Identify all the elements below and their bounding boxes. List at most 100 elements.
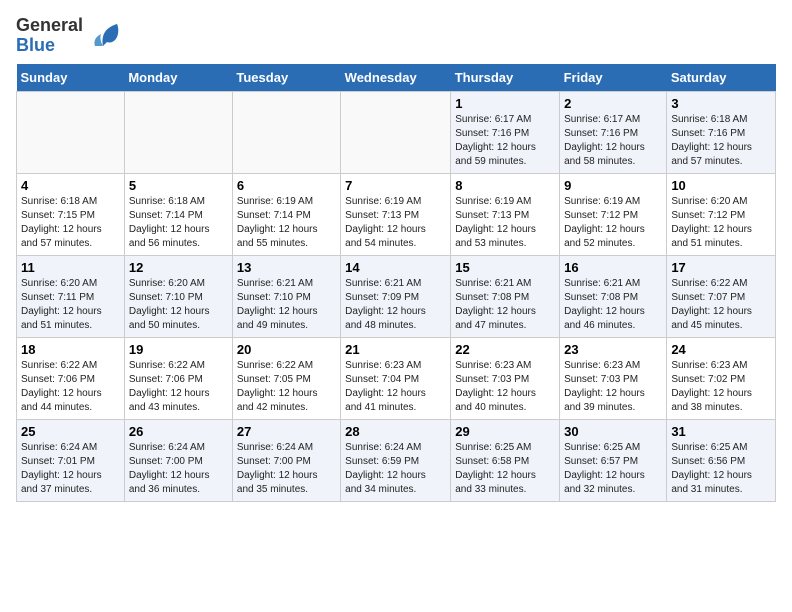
day-info: Sunrise: 6:25 AM Sunset: 6:56 PM Dayligh… bbox=[671, 441, 771, 497]
day-number: 11 bbox=[21, 260, 120, 275]
day-info: Sunrise: 6:21 AM Sunset: 7:10 PM Dayligh… bbox=[237, 277, 336, 333]
calendar-week-row: 11 Sunrise: 6:20 AM Sunset: 7:11 PM Dayli… bbox=[17, 255, 776, 337]
day-number: 19 bbox=[129, 342, 228, 357]
day-info: Sunrise: 6:25 AM Sunset: 6:58 PM Dayligh… bbox=[455, 441, 555, 497]
day-number: 14 bbox=[345, 260, 446, 275]
day-info: Sunrise: 6:23 AM Sunset: 7:03 PM Dayligh… bbox=[564, 359, 662, 415]
day-info: Sunrise: 6:25 AM Sunset: 6:57 PM Dayligh… bbox=[564, 441, 662, 497]
day-info: Sunrise: 6:18 AM Sunset: 7:15 PM Dayligh… bbox=[21, 195, 120, 251]
calendar-cell: 12 Sunrise: 6:20 AM Sunset: 7:10 PM Dayli… bbox=[124, 255, 232, 337]
day-number: 3 bbox=[671, 96, 771, 111]
calendar-cell: 26 Sunrise: 6:24 AM Sunset: 7:00 PM Dayli… bbox=[124, 419, 232, 501]
calendar-cell: 23Sunrise: 6:23 AM Sunset: 7:03 PM Dayli… bbox=[560, 337, 667, 419]
day-number: 31 bbox=[671, 424, 771, 439]
day-header: Wednesday bbox=[341, 64, 451, 92]
day-number: 17 bbox=[671, 260, 771, 275]
day-number: 20 bbox=[237, 342, 336, 357]
calendar-cell bbox=[124, 91, 232, 173]
day-number: 15 bbox=[455, 260, 555, 275]
day-info: Sunrise: 6:23 AM Sunset: 7:04 PM Dayligh… bbox=[345, 359, 446, 415]
day-info: Sunrise: 6:21 AM Sunset: 7:08 PM Dayligh… bbox=[455, 277, 555, 333]
day-info: Sunrise: 6:19 AM Sunset: 7:14 PM Dayligh… bbox=[237, 195, 336, 251]
calendar-cell: 27 Sunrise: 6:24 AM Sunset: 7:00 PM Dayli… bbox=[232, 419, 340, 501]
calendar-cell: 14 Sunrise: 6:21 AM Sunset: 7:09 PM Dayli… bbox=[341, 255, 451, 337]
day-number: 5 bbox=[129, 178, 228, 193]
calendar-cell: 11 Sunrise: 6:20 AM Sunset: 7:11 PM Dayli… bbox=[17, 255, 125, 337]
calendar-cell: 22 Sunrise: 6:23 AM Sunset: 7:03 PM Dayli… bbox=[451, 337, 560, 419]
calendar-cell: 9Sunrise: 6:19 AM Sunset: 7:12 PM Daylig… bbox=[560, 173, 667, 255]
calendar-cell: 29 Sunrise: 6:25 AM Sunset: 6:58 PM Dayli… bbox=[451, 419, 560, 501]
calendar-cell: 6 Sunrise: 6:19 AM Sunset: 7:14 PM Daylig… bbox=[232, 173, 340, 255]
calendar-cell: 25Sunrise: 6:24 AM Sunset: 7:01 PM Dayli… bbox=[17, 419, 125, 501]
day-number: 8 bbox=[455, 178, 555, 193]
day-info: Sunrise: 6:18 AM Sunset: 7:14 PM Dayligh… bbox=[129, 195, 228, 251]
day-info: Sunrise: 6:19 AM Sunset: 7:12 PM Dayligh… bbox=[564, 195, 662, 251]
day-number: 22 bbox=[455, 342, 555, 357]
day-number: 6 bbox=[237, 178, 336, 193]
day-info: Sunrise: 6:17 AM Sunset: 7:16 PM Dayligh… bbox=[455, 113, 555, 169]
calendar-cell: 28 Sunrise: 6:24 AM Sunset: 6:59 PM Dayli… bbox=[341, 419, 451, 501]
day-header: Friday bbox=[560, 64, 667, 92]
calendar-cell bbox=[17, 91, 125, 173]
header: General Blue bbox=[16, 16, 776, 56]
logo-bird-icon bbox=[89, 18, 125, 54]
calendar-cell: 31 Sunrise: 6:25 AM Sunset: 6:56 PM Dayli… bbox=[667, 419, 776, 501]
calendar-cell: 5 Sunrise: 6:18 AM Sunset: 7:14 PM Daylig… bbox=[124, 173, 232, 255]
calendar-cell: 18 Sunrise: 6:22 AM Sunset: 7:06 PM Dayli… bbox=[17, 337, 125, 419]
day-number: 12 bbox=[129, 260, 228, 275]
day-info: Sunrise: 6:24 AM Sunset: 7:00 PM Dayligh… bbox=[129, 441, 228, 497]
day-number: 4 bbox=[21, 178, 120, 193]
day-info: Sunrise: 6:20 AM Sunset: 7:12 PM Dayligh… bbox=[671, 195, 771, 251]
day-header: Tuesday bbox=[232, 64, 340, 92]
day-info: Sunrise: 6:21 AM Sunset: 7:09 PM Dayligh… bbox=[345, 277, 446, 333]
calendar-cell: 3 Sunrise: 6:18 AM Sunset: 7:16 PM Daylig… bbox=[667, 91, 776, 173]
day-number: 27 bbox=[237, 424, 336, 439]
calendar-week-row: 25Sunrise: 6:24 AM Sunset: 7:01 PM Dayli… bbox=[17, 419, 776, 501]
day-number: 18 bbox=[21, 342, 120, 357]
day-info: Sunrise: 6:21 AM Sunset: 7:08 PM Dayligh… bbox=[564, 277, 662, 333]
calendar-cell: 17 Sunrise: 6:22 AM Sunset: 7:07 PM Dayli… bbox=[667, 255, 776, 337]
day-number: 13 bbox=[237, 260, 336, 275]
calendar-cell: 2 Sunrise: 6:17 AM Sunset: 7:16 PM Daylig… bbox=[560, 91, 667, 173]
day-number: 10 bbox=[671, 178, 771, 193]
day-info: Sunrise: 6:17 AM Sunset: 7:16 PM Dayligh… bbox=[564, 113, 662, 169]
day-info: Sunrise: 6:23 AM Sunset: 7:03 PM Dayligh… bbox=[455, 359, 555, 415]
logo-general: General bbox=[16, 16, 83, 36]
day-info: Sunrise: 6:22 AM Sunset: 7:05 PM Dayligh… bbox=[237, 359, 336, 415]
day-header: Sunday bbox=[17, 64, 125, 92]
day-info: Sunrise: 6:18 AM Sunset: 7:16 PM Dayligh… bbox=[671, 113, 771, 169]
day-info: Sunrise: 6:22 AM Sunset: 7:07 PM Dayligh… bbox=[671, 277, 771, 333]
calendar-week-row: 18 Sunrise: 6:22 AM Sunset: 7:06 PM Dayli… bbox=[17, 337, 776, 419]
day-number: 28 bbox=[345, 424, 446, 439]
calendar-cell: 8 Sunrise: 6:19 AM Sunset: 7:13 PM Daylig… bbox=[451, 173, 560, 255]
day-info: Sunrise: 6:24 AM Sunset: 7:00 PM Dayligh… bbox=[237, 441, 336, 497]
day-number: 2 bbox=[564, 96, 662, 111]
day-info: Sunrise: 6:19 AM Sunset: 7:13 PM Dayligh… bbox=[345, 195, 446, 251]
day-info: Sunrise: 6:23 AM Sunset: 7:02 PM Dayligh… bbox=[671, 359, 771, 415]
day-number: 7 bbox=[345, 178, 446, 193]
day-header: Thursday bbox=[451, 64, 560, 92]
day-number: 24 bbox=[671, 342, 771, 357]
calendar-cell: 20 Sunrise: 6:22 AM Sunset: 7:05 PM Dayli… bbox=[232, 337, 340, 419]
calendar-cell: 15 Sunrise: 6:21 AM Sunset: 7:08 PM Dayli… bbox=[451, 255, 560, 337]
day-info: Sunrise: 6:22 AM Sunset: 7:06 PM Dayligh… bbox=[21, 359, 120, 415]
day-info: Sunrise: 6:20 AM Sunset: 7:10 PM Dayligh… bbox=[129, 277, 228, 333]
day-number: 29 bbox=[455, 424, 555, 439]
day-info: Sunrise: 6:24 AM Sunset: 6:59 PM Dayligh… bbox=[345, 441, 446, 497]
day-info: Sunrise: 6:24 AM Sunset: 7:01 PM Dayligh… bbox=[21, 441, 120, 497]
calendar-cell: 16 Sunrise: 6:21 AM Sunset: 7:08 PM Dayli… bbox=[560, 255, 667, 337]
day-number: 26 bbox=[129, 424, 228, 439]
calendar-week-row: 1Sunrise: 6:17 AM Sunset: 7:16 PM Daylig… bbox=[17, 91, 776, 173]
calendar-cell: 4 Sunrise: 6:18 AM Sunset: 7:15 PM Daylig… bbox=[17, 173, 125, 255]
calendar-cell: 21 Sunrise: 6:23 AM Sunset: 7:04 PM Dayli… bbox=[341, 337, 451, 419]
calendar-table: SundayMondayTuesdayWednesdayThursdayFrid… bbox=[16, 64, 776, 502]
day-info: Sunrise: 6:20 AM Sunset: 7:11 PM Dayligh… bbox=[21, 277, 120, 333]
calendar-cell: 24 Sunrise: 6:23 AM Sunset: 7:02 PM Dayli… bbox=[667, 337, 776, 419]
day-number: 21 bbox=[345, 342, 446, 357]
day-info: Sunrise: 6:19 AM Sunset: 7:13 PM Dayligh… bbox=[455, 195, 555, 251]
logo: General Blue bbox=[16, 16, 125, 56]
calendar-cell bbox=[341, 91, 451, 173]
day-number: 16 bbox=[564, 260, 662, 275]
calendar-cell: 19Sunrise: 6:22 AM Sunset: 7:06 PM Dayli… bbox=[124, 337, 232, 419]
calendar-cell: 10 Sunrise: 6:20 AM Sunset: 7:12 PM Dayli… bbox=[667, 173, 776, 255]
